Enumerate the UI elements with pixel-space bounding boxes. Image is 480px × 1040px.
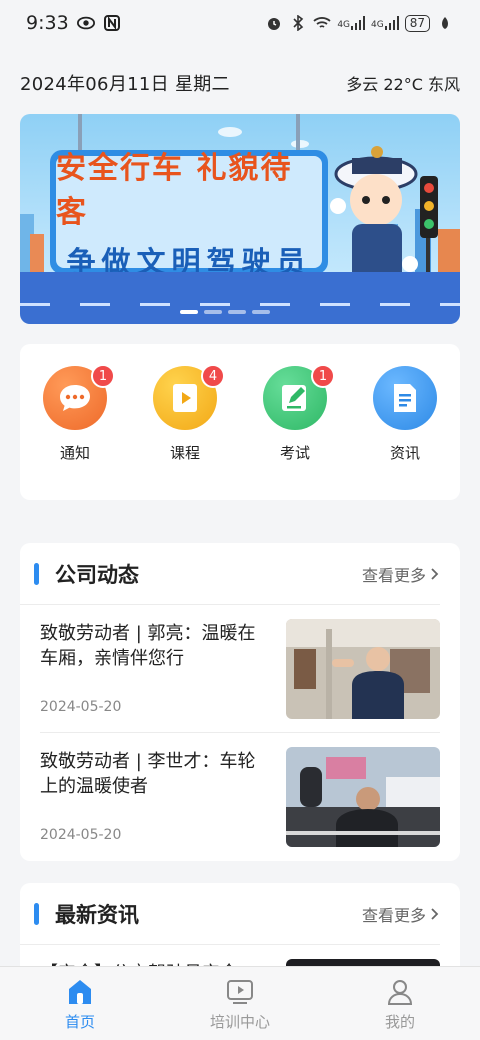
- status-time: 9:33: [26, 12, 69, 34]
- banner-carousel[interactable]: 安全行车 礼貌待客 争做文明驾驶员: [20, 114, 460, 324]
- signal-1: 4G: [337, 16, 366, 30]
- bottom-tab-bar: 首页 培训中心 我的: [0, 966, 480, 1040]
- carousel-dot[interactable]: [180, 310, 198, 314]
- status-left: 9:33: [26, 12, 121, 34]
- chevron-right-icon: [431, 907, 439, 920]
- latest-news-title: 最新资讯: [55, 902, 139, 927]
- title-accent-bar: [34, 902, 39, 925]
- play-book-icon: [173, 384, 197, 412]
- profile-icon: [387, 980, 413, 1005]
- quick-label-course: 课程: [169, 444, 200, 462]
- tab-profile[interactable]: 我的: [345, 977, 455, 1040]
- eye-icon: [76, 14, 95, 32]
- company-news-title: 公司动态: [55, 562, 139, 587]
- carousel-indicator: [180, 310, 270, 314]
- quick-entry-card: 1 通知 4 课程 1 考试 资讯: [20, 344, 460, 500]
- wifi-icon: [313, 14, 331, 32]
- leaf-icon: [436, 14, 454, 32]
- latest-news-header: 最新资讯 查看更多: [20, 883, 440, 945]
- news-title: 致敬劳动者 | 郭亮：温暖在车厢，亲情伴您行: [40, 623, 256, 669]
- status-bar: 9:33 4G 4G 87: [0, 0, 480, 46]
- nfc-icon: [103, 14, 121, 32]
- latest-news-more-link[interactable]: 查看更多: [362, 902, 440, 926]
- message-icon: [60, 385, 90, 411]
- notice-badge: 1: [91, 364, 115, 388]
- bluetooth-icon: [289, 14, 307, 32]
- company-news-more-link[interactable]: 查看更多: [362, 562, 440, 586]
- banner-sign-inner: 安全行车 礼貌待客 争做文明驾驶员: [56, 151, 322, 279]
- tab-home-label: 首页: [64, 1013, 95, 1031]
- carousel-dot[interactable]: [228, 310, 246, 314]
- banner-slogan-1: 安全行车 礼貌待客: [56, 151, 293, 230]
- date-text: 2024年06月11日 星期二: [20, 74, 230, 95]
- carousel-dot[interactable]: [204, 310, 222, 314]
- company-news-card: 公司动态 查看更多 致敬劳动者 | 郭亮：温暖在车厢，亲情伴您行 2024-05…: [20, 543, 460, 861]
- exam-badge: 1: [311, 364, 335, 388]
- news-date: 2024-05-20: [40, 827, 122, 843]
- course-icon-wrap: 4: [153, 364, 225, 430]
- edit-icon: [282, 385, 306, 411]
- quick-item-exam[interactable]: 1 考试: [250, 364, 340, 500]
- card-title-wrap: 最新资讯: [34, 899, 139, 929]
- more-label: 查看更多: [361, 565, 426, 585]
- road-line: [20, 303, 460, 306]
- news-item[interactable]: 致敬劳动者 | 郭亮：温暖在车厢，亲情伴您行 2024-05-20: [40, 605, 440, 733]
- news-title: 致敬劳动者 | 李世才：车轮上的温暖使者: [40, 751, 256, 797]
- quick-item-info[interactable]: 资讯: [360, 366, 450, 500]
- battery-indicator: 87: [404, 14, 430, 32]
- alarm-icon: [265, 14, 283, 32]
- news-thumbnail: [286, 747, 440, 847]
- quick-label-notice: 通知: [59, 444, 90, 462]
- tab-training-label: 培训中心: [209, 1013, 270, 1031]
- quick-item-course[interactable]: 4 课程: [140, 364, 230, 500]
- news-thumbnail: [286, 619, 440, 719]
- home-icon: [69, 980, 91, 1004]
- notice-icon-wrap: 1: [43, 364, 115, 430]
- road: [20, 272, 460, 324]
- document-icon: [394, 384, 416, 412]
- course-badge: 4: [201, 364, 225, 388]
- status-right: 4G 4G 87: [265, 14, 454, 32]
- card-title-wrap: 公司动态: [34, 559, 139, 589]
- title-accent-bar: [34, 562, 39, 585]
- company-news-header: 公司动态 查看更多: [20, 543, 440, 605]
- quick-item-notice[interactable]: 1 通知: [30, 364, 120, 500]
- exam-icon-wrap: 1: [263, 364, 335, 430]
- news-item[interactable]: 致敬劳动者 | 李世才：车轮上的温暖使者 2024-05-20: [40, 733, 440, 861]
- news-date: 2024-05-20: [40, 699, 122, 715]
- tab-training[interactable]: 培训中心: [185, 977, 295, 1040]
- signal-2: 4G: [371, 16, 399, 30]
- training-icon: [227, 980, 253, 1004]
- banner-sign: 安全行车 礼貌待客 争做文明驾驶员: [50, 150, 328, 279]
- more-label: 查看更多: [361, 905, 426, 925]
- info-icon-wrap: [373, 366, 437, 430]
- quick-label-exam: 考试: [279, 444, 310, 462]
- carousel-dot[interactable]: [252, 310, 270, 314]
- date-weather-row: 2024年06月11日 星期二 多云 22°C 东风: [20, 70, 460, 96]
- quick-label-info: 资讯: [389, 444, 420, 462]
- tab-home[interactable]: 首页: [25, 977, 135, 1040]
- tab-profile-label: 我的: [384, 1013, 415, 1031]
- weather-text: 多云 22°C 东风: [346, 75, 460, 94]
- chevron-right-icon: [431, 567, 439, 580]
